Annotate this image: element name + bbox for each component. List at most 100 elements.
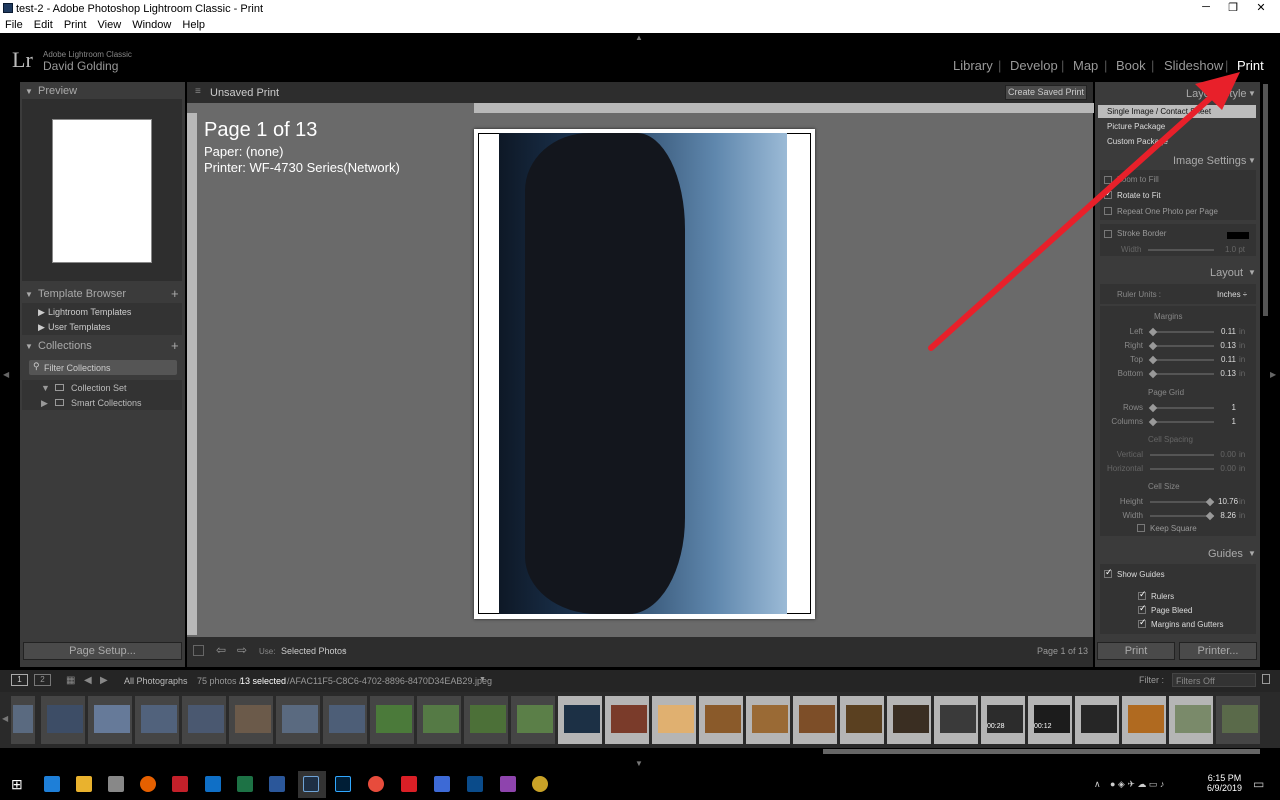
filmstrip-thumbnail[interactable] xyxy=(463,695,509,745)
spacing-slider[interactable] xyxy=(1150,468,1214,470)
screen-1-button[interactable]: 1 xyxy=(11,674,28,686)
page-setup-button[interactable]: Page Setup... xyxy=(23,642,182,660)
menu-view[interactable]: View xyxy=(93,17,122,31)
preview-header[interactable]: Preview xyxy=(38,85,77,97)
filmstrip-thumbnail[interactable] xyxy=(745,695,791,745)
filmstrip-thumbnail[interactable] xyxy=(228,695,274,745)
app-icon[interactable] xyxy=(500,776,516,792)
notification-icon[interactable]: ▭ xyxy=(1253,777,1264,791)
expand-icon[interactable]: ▶ xyxy=(41,398,48,409)
disclosure-icon[interactable]: ▼ xyxy=(1248,156,1256,165)
filmstrip-thumbnail[interactable] xyxy=(10,695,36,745)
disclosure-icon[interactable]: ▼ xyxy=(25,290,33,299)
style-custom-package[interactable]: Custom Package xyxy=(1107,137,1168,146)
rotate-to-fit-checkbox[interactable] xyxy=(1104,188,1113,199)
collapse-top-icon[interactable]: ▲ xyxy=(635,33,643,42)
guides-header[interactable]: Guides xyxy=(1208,548,1243,560)
margin-slider[interactable] xyxy=(1150,359,1214,361)
ruler-top[interactable] xyxy=(474,103,1094,113)
firefox-icon[interactable] xyxy=(140,776,156,792)
stop-icon[interactable] xyxy=(193,645,204,656)
disclosure-icon[interactable]: ▼ xyxy=(1248,549,1256,558)
image-settings-header[interactable]: Image Settings xyxy=(1173,155,1246,167)
filmstrip-thumbnail[interactable] xyxy=(181,695,227,745)
printer-button[interactable]: Printer... xyxy=(1179,642,1257,660)
menu-edit[interactable]: Edit xyxy=(29,17,53,31)
create-saved-print-button[interactable]: Create Saved Print xyxy=(1005,85,1087,100)
margin-value[interactable]: 0.11 xyxy=(1218,355,1236,364)
filmstrip-thumbnail[interactable] xyxy=(698,695,744,745)
spacing-slider[interactable] xyxy=(1150,454,1214,456)
collapse-left-icon[interactable]: ◀ xyxy=(3,370,9,379)
filmstrip-thumbnail[interactable] xyxy=(557,695,603,745)
size-slider[interactable] xyxy=(1150,501,1214,503)
style-single-image[interactable]: Single Image / Contact Sheet xyxy=(1107,107,1211,116)
filmstrip-thumbnail[interactable] xyxy=(1215,695,1261,745)
filmstrip-thumbnail[interactable]: 00:12 xyxy=(1027,695,1073,745)
layout-header[interactable]: Layout xyxy=(1210,267,1243,279)
add-template-icon[interactable]: + xyxy=(171,286,179,301)
collections-header[interactable]: Collections xyxy=(38,340,92,352)
previous-page-icon[interactable]: ⇦ xyxy=(216,643,226,657)
spacing-value[interactable]: 0.00 xyxy=(1218,464,1236,473)
edge-icon[interactable] xyxy=(44,776,60,792)
expand-icon[interactable]: ▶ xyxy=(38,322,45,333)
app-icon[interactable] xyxy=(434,776,450,792)
module-slideshow[interactable]: Slideshow xyxy=(1164,58,1223,73)
grid-value[interactable]: 1 xyxy=(1218,403,1236,412)
app-icon[interactable] xyxy=(368,776,384,792)
filmstrip-thumbnail[interactable] xyxy=(933,695,979,745)
layout-style-header[interactable]: Layout Style xyxy=(1186,88,1247,100)
grid-slider[interactable] xyxy=(1150,421,1214,423)
filmstrip-thumbnail[interactable] xyxy=(416,695,462,745)
windows-start-icon[interactable]: ⊞ xyxy=(11,776,23,793)
module-develop[interactable]: Develop xyxy=(1010,58,1058,73)
filmstrip-thumbnail[interactable]: 00:28 xyxy=(980,695,1026,745)
store-icon[interactable] xyxy=(108,776,124,792)
grid-slider[interactable] xyxy=(1150,407,1214,409)
margins-gutters-checkbox[interactable] xyxy=(1138,617,1147,628)
filmstrip-thumbnail[interactable] xyxy=(886,695,932,745)
menu-print[interactable]: Print xyxy=(59,17,87,31)
file-name[interactable]: /AFAC11F5-C8C6-4702-8896-8470D34EAB29.jp… xyxy=(287,676,492,686)
spacing-value[interactable]: 0.00 xyxy=(1218,450,1236,459)
filmstrip-thumbnail[interactable] xyxy=(1168,695,1214,745)
size-slider[interactable] xyxy=(1150,515,1214,517)
print-button[interactable]: Print xyxy=(1097,642,1175,660)
filmstrip-thumbnail[interactable] xyxy=(839,695,885,745)
disclosure-icon[interactable]: ▼ xyxy=(1248,89,1256,98)
menu-help[interactable]: Help xyxy=(177,17,205,31)
filmstrip-thumbnail[interactable] xyxy=(369,695,415,745)
show-guides-checkbox[interactable] xyxy=(1104,567,1113,578)
margin-slider[interactable] xyxy=(1150,331,1214,333)
grid-value[interactable]: 1 xyxy=(1218,417,1236,426)
app-icon[interactable] xyxy=(532,776,548,792)
margin-slider[interactable] xyxy=(1150,345,1214,347)
grid-icon[interactable]: ▦ xyxy=(66,675,75,686)
margin-value[interactable]: 0.13 xyxy=(1218,341,1236,350)
template-folder-user[interactable]: User Templates xyxy=(48,322,110,332)
expand-icon[interactable]: ▶ xyxy=(38,307,45,318)
expand-icon[interactable]: ▼ xyxy=(41,383,50,393)
filmstrip-thumbnail[interactable] xyxy=(792,695,838,745)
collapse-right-icon[interactable]: ▶ xyxy=(1270,370,1276,379)
rulers-checkbox[interactable] xyxy=(1138,589,1147,600)
disclosure-icon[interactable]: ▼ xyxy=(25,342,33,351)
module-book[interactable]: Book xyxy=(1116,58,1146,73)
template-folder-lightroom[interactable]: Lightroom Templates xyxy=(48,307,131,317)
outlook-icon[interactable] xyxy=(205,776,221,792)
menu-icon[interactable]: ≡ xyxy=(195,86,201,97)
chevron-down-icon[interactable]: ▼ xyxy=(479,676,486,683)
use-select[interactable]: Selected Photos xyxy=(281,646,347,656)
disclosure-icon[interactable]: ▼ xyxy=(1248,268,1256,277)
filmstrip-thumbnail[interactable] xyxy=(604,695,650,745)
margin-value[interactable]: 0.11 xyxy=(1218,327,1236,336)
smart-collections[interactable]: Smart Collections xyxy=(71,398,142,408)
stroke-border-checkbox[interactable] xyxy=(1104,230,1112,238)
filmstrip-thumbnail[interactable] xyxy=(651,695,697,745)
width-slider[interactable] xyxy=(1148,249,1214,251)
module-library[interactable]: Library xyxy=(953,58,993,73)
keep-square-checkbox[interactable] xyxy=(1137,524,1145,532)
filmstrip-source[interactable]: All Photographs xyxy=(124,676,188,686)
ruler-left[interactable] xyxy=(187,113,197,635)
